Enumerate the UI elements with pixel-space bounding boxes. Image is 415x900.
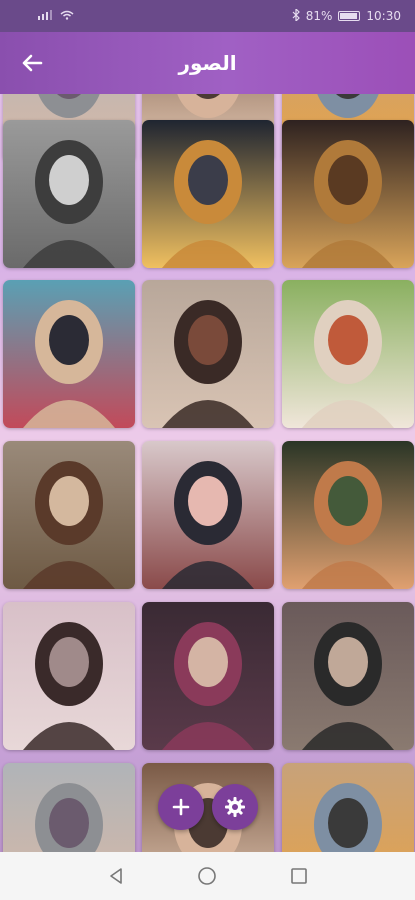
circle-home-icon xyxy=(198,867,217,885)
triangle-back-icon xyxy=(110,868,122,884)
app-bar: الصور xyxy=(0,32,415,94)
photo-tile[interactable] xyxy=(142,120,274,268)
photo-tile[interactable] xyxy=(282,120,414,268)
bluetooth-icon xyxy=(292,7,300,24)
signal-icon xyxy=(38,9,52,23)
status-right-icons: 81% 10:30 xyxy=(292,7,401,24)
status-left-icons xyxy=(38,9,74,23)
photo-tile[interactable] xyxy=(142,441,274,589)
page-title: الصور xyxy=(178,51,237,75)
square-recents-icon xyxy=(291,868,307,884)
settings-button[interactable] xyxy=(212,784,258,830)
system-nav-bar xyxy=(0,852,415,900)
wifi-icon xyxy=(60,9,74,23)
photo-tile[interactable] xyxy=(142,602,274,750)
plus-icon xyxy=(172,798,190,816)
photo-tile[interactable] xyxy=(282,280,414,428)
photo-tile[interactable] xyxy=(3,120,135,268)
nav-home-button[interactable] xyxy=(195,864,219,888)
nav-back-button[interactable] xyxy=(104,864,128,888)
photo-tile[interactable] xyxy=(282,602,414,750)
photo-grid xyxy=(0,94,415,852)
status-bar: 81% 10:30 xyxy=(0,0,415,32)
photo-tile[interactable] xyxy=(3,441,135,589)
arrow-left-icon xyxy=(22,54,43,72)
photo-tile[interactable] xyxy=(282,763,414,852)
battery-percent: 81% xyxy=(305,9,333,23)
photo-tile[interactable] xyxy=(142,280,274,428)
photo-tile[interactable] xyxy=(282,441,414,589)
photo-tile[interactable] xyxy=(3,602,135,750)
back-button[interactable] xyxy=(18,49,46,77)
nav-recents-button[interactable] xyxy=(287,864,311,888)
status-time: 10:30 xyxy=(366,9,401,23)
battery-icon xyxy=(338,11,361,21)
add-button[interactable] xyxy=(158,784,204,830)
photo-tile[interactable] xyxy=(3,763,135,852)
gear-icon xyxy=(225,797,245,817)
photo-tile[interactable] xyxy=(3,280,135,428)
